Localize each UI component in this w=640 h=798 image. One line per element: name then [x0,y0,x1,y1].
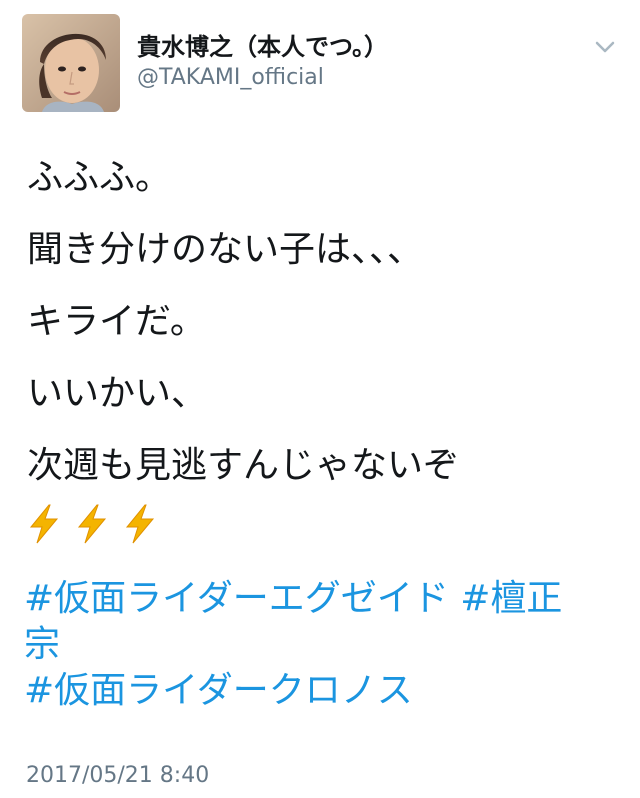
hashtag-block: #仮面ライダーエグゼイド #檀正 宗 #仮面ライダークロノス [24,576,620,714]
avatar-image [22,14,120,112]
hashtag-line-1: #仮面ライダーエグゼイド #檀正 [24,576,620,622]
tweet-text: ふふふ。 聞き分けのない子は、、、 キライだ。 いいかい、 次週も見逃すんじゃな… [27,158,617,518]
hashtag-link[interactable]: #仮面ライダークロノス [24,670,413,711]
hashtag-line-2: 宗 [24,622,620,668]
tweet-line: 聞き分けのない子は、、、 [27,229,424,270]
hashtag-link[interactable]: #檀正 [460,578,562,619]
timestamp[interactable]: 2017/05/21 8:40 [26,762,209,790]
hashtag-link[interactable]: #仮面ライダーエグゼイド [24,578,449,619]
emoji-row [22,502,162,546]
lightning-bolt-icon [118,502,162,546]
lightning-bolt-icon [22,502,66,546]
tweet-card: 貴水博之（本人でつ。） @TAKAMI_official ふふふ。 聞き分けのな… [0,0,640,798]
tweet-line: ふふふ。 [27,157,172,198]
chevron-down-icon[interactable] [590,36,620,58]
hashtag-line-3: #仮面ライダークロノス [24,668,620,714]
tweet-line: いいかい、 [27,373,208,414]
user-handle[interactable]: @TAKAMI_official [137,64,324,92]
lightning-bolt-icon [70,502,114,546]
tweet-line: キライだ。 [27,301,206,342]
display-name[interactable]: 貴水博之（本人でつ。） [137,32,388,62]
avatar[interactable] [22,14,120,112]
tweet-line: 次週も見逃すんじゃないぞ [27,445,460,486]
hashtag-link-continued[interactable]: 宗 [24,624,60,665]
